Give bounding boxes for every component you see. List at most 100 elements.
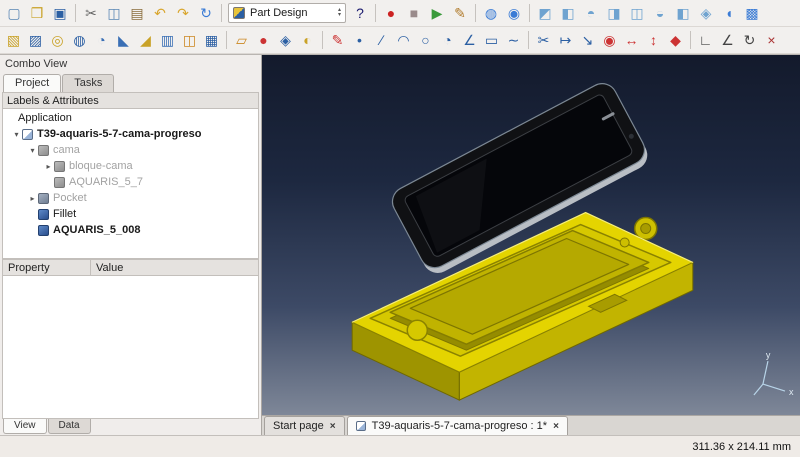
property-table-body[interactable] (2, 276, 259, 419)
datum-point-icon[interactable]: ● (253, 29, 274, 51)
doc-tab-document[interactable]: T39-aquaris-5-7-cama-progreso : 1* × (347, 416, 568, 435)
datum-plane-icon[interactable]: ▱ (231, 29, 252, 51)
view-front-icon[interactable]: ◧ (557, 2, 579, 24)
external-geometry-icon[interactable]: ↘ (577, 29, 598, 51)
doc-tab-start-page[interactable]: Start page × (264, 416, 345, 435)
view-axonometric-icon[interactable]: ◩ (534, 2, 556, 24)
undo-icon[interactable]: ↶ (149, 2, 171, 24)
3d-viewport[interactable]: x y (262, 55, 800, 415)
document-icon (356, 421, 366, 431)
tree-item-fillet[interactable]: Fillet (3, 206, 258, 222)
view-bottom-icon[interactable]: ◒ (649, 2, 671, 24)
workbench-selector[interactable]: Part Design ▴ ▾ (228, 3, 346, 23)
bspline-icon[interactable]: ∼ (503, 29, 524, 51)
tree-item-application[interactable]: Application (3, 110, 258, 126)
line-icon[interactable]: ∕ (371, 29, 392, 51)
workbench-selected-value: Part Design (250, 7, 333, 19)
value-column-header[interactable]: Value (91, 260, 258, 275)
arc-icon[interactable]: ◠ (393, 29, 414, 51)
mold-block-model[interactable] (352, 213, 693, 400)
close-tab-icon[interactable]: × (553, 421, 559, 432)
datum-toolbar: ▱●◈◐ (231, 29, 318, 51)
macro-stop-icon[interactable]: ■ (403, 2, 425, 24)
close-tab-icon[interactable]: × (330, 421, 336, 432)
mirrored-icon[interactable]: ◫ (179, 29, 200, 51)
toolbar-separator (475, 4, 476, 22)
view-right-icon[interactable]: ◨ (603, 2, 625, 24)
circle-icon[interactable]: ○ (415, 29, 436, 51)
view-top-icon[interactable]: ◓ (580, 2, 602, 24)
boolean-operation-icon[interactable]: ◐ (297, 29, 318, 51)
tab-view[interactable]: View (3, 419, 47, 434)
texture-view-icon[interactable]: ▩ (741, 2, 763, 24)
fit-all-icon[interactable]: ◉ (503, 2, 525, 24)
shape-binder-icon[interactable]: ◈ (275, 29, 296, 51)
tree-item-icon (38, 225, 49, 236)
whats-this-icon[interactable]: ? (349, 2, 371, 24)
tree-expander-icon[interactable]: ▾ (27, 146, 38, 155)
view-rear-icon[interactable]: ◫ (626, 2, 648, 24)
paste-icon[interactable]: ▤ (126, 2, 148, 24)
constraint-lock-icon[interactable]: ◆ (665, 29, 686, 51)
tree-item-aquaris-5-7[interactable]: AQUARIS_5_7 (3, 174, 258, 190)
trim-icon[interactable]: ✂ (533, 29, 554, 51)
combo-view-panel: Combo View ProjectTasks Labels & Attribu… (0, 55, 262, 435)
pocket-icon[interactable]: ▨ (25, 29, 46, 51)
rectangle-icon[interactable]: ▭ (481, 29, 502, 51)
tab-data[interactable]: Data (48, 419, 91, 434)
polyline-icon[interactable]: ∠ (459, 29, 480, 51)
chamfer-icon[interactable]: ◣ (113, 29, 134, 51)
open-document-icon[interactable]: ❒ (26, 2, 48, 24)
edit-toolbar: ✂◫▤ (80, 2, 148, 24)
file-toolbar: ▢❒▣ (3, 2, 71, 24)
linear-pattern-icon[interactable]: ▦ (201, 29, 222, 51)
tree-expander-icon[interactable]: ▸ (27, 194, 38, 203)
tree-item-icon (38, 193, 49, 204)
ellipse-icon[interactable]: ◔ (437, 29, 458, 51)
constraint-horizontal-icon[interactable]: ↔ (621, 29, 642, 51)
measure-clear-icon[interactable]: × (761, 29, 782, 51)
revolution-icon[interactable]: ◎ (47, 29, 68, 51)
draw-style-icon[interactable]: ◖ (718, 2, 740, 24)
macro-edit-icon[interactable]: ✎ (449, 2, 471, 24)
new-document-icon[interactable]: ▢ (3, 2, 25, 24)
freecad-window: ▢❒▣ ✂◫▤ ↶↷↻ Part Design ▴ ▾ ? ●■▶✎ ◍◉ (0, 0, 800, 457)
fillet-icon[interactable]: ◔ (91, 29, 112, 51)
macro-toolbar: ●■▶✎ (380, 2, 471, 24)
tree-expander-icon[interactable]: ▸ (43, 162, 54, 171)
measure-linear-icon[interactable]: ∟ (695, 29, 716, 51)
macro-play-icon[interactable]: ▶ (426, 2, 448, 24)
tree-item-cama[interactable]: ▾ cama (3, 142, 258, 158)
tree-expander-icon[interactable]: ▾ (11, 130, 22, 139)
measure-refresh-icon[interactable]: ↻ (739, 29, 760, 51)
navigation-sphere-icon[interactable]: ◍ (480, 2, 502, 24)
sketcher-geometry-toolbar: ✎•∕◠○◔∠▭∼ (327, 29, 524, 51)
tab-tasks[interactable]: Tasks (62, 74, 114, 92)
tab-project[interactable]: Project (3, 74, 61, 92)
new-sketch-icon[interactable]: ✎ (327, 29, 348, 51)
view-left-icon[interactable]: ◧ (672, 2, 694, 24)
property-column-header[interactable]: Property (3, 260, 91, 275)
measure-angular-icon[interactable]: ∠ (717, 29, 738, 51)
combo-spinner-icon[interactable]: ▴ ▾ (338, 8, 341, 18)
groove-icon[interactable]: ◍ (69, 29, 90, 51)
thickness-icon[interactable]: ▥ (157, 29, 178, 51)
tree-item-document[interactable]: ▾ T39-aquaris-5-7-cama-progreso (3, 126, 258, 142)
redo-icon[interactable]: ↷ (172, 2, 194, 24)
view-isometric-icon[interactable]: ◈ (695, 2, 717, 24)
macro-record-icon[interactable]: ● (380, 2, 402, 24)
cut-icon[interactable]: ✂ (80, 2, 102, 24)
point-icon[interactable]: • (349, 29, 370, 51)
pad-icon[interactable]: ▧ (3, 29, 24, 51)
tree-item-bloque-cama[interactable]: ▸ bloque-cama (3, 158, 258, 174)
tree-item-pocket[interactable]: ▸ Pocket (3, 190, 258, 206)
constraint-vertical-icon[interactable]: ↕ (643, 29, 664, 51)
draft-icon[interactable]: ◢ (135, 29, 156, 51)
constraint-coincident-icon[interactable]: ◉ (599, 29, 620, 51)
tree-item-icon (38, 209, 49, 220)
extend-icon[interactable]: ↦ (555, 29, 576, 51)
refresh-icon[interactable]: ↻ (195, 2, 217, 24)
copy-icon[interactable]: ◫ (103, 2, 125, 24)
save-icon[interactable]: ▣ (49, 2, 71, 24)
tree-item-aquaris-5-008[interactable]: AQUARIS_5_008 (3, 222, 258, 238)
